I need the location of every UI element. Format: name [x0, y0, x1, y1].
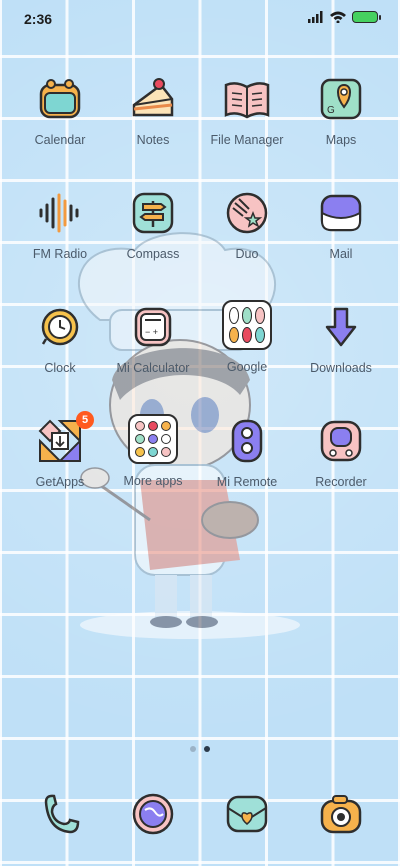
app-notes[interactable]: Notes [103, 75, 203, 147]
calendar-icon [39, 79, 81, 119]
app-mail[interactable]: Mail [291, 189, 391, 261]
download-arrow-icon [325, 307, 357, 347]
app-label: GetApps [35, 475, 85, 489]
map-pin-icon: G [320, 78, 362, 120]
page-dot-1[interactable] [190, 746, 196, 752]
app-label: Clock [44, 361, 76, 375]
app-label: File Manager [210, 133, 284, 147]
app-maps[interactable]: G Maps [291, 75, 391, 147]
app-label: Google [226, 360, 268, 374]
app-label: Maps [325, 133, 357, 147]
app-label: More apps [123, 474, 183, 488]
app-mi-calculator[interactable]: − + Mi Calculator [103, 303, 203, 375]
app-downloads[interactable]: Downloads [291, 303, 391, 375]
app-clock[interactable]: Clock [10, 303, 110, 375]
app-mi-remote[interactable]: Mi Remote [197, 417, 297, 489]
notification-badge: 5 [76, 411, 94, 429]
app-label: Calendar [34, 133, 86, 147]
app-label: Compass [126, 247, 180, 261]
open-book-icon [224, 82, 270, 119]
svg-text:G: G [327, 105, 335, 116]
app-getapps[interactable]: 5 GetApps [10, 411, 110, 489]
page-indicator[interactable] [0, 746, 400, 752]
app-label: Recorder [315, 475, 367, 489]
sound-wave-icon [39, 193, 79, 233]
getapps-icon [38, 419, 81, 462]
calculator-icon: − + [134, 307, 172, 347]
messages-icon [226, 795, 268, 833]
alarm-clock-icon [41, 308, 79, 346]
dock-phone[interactable] [10, 790, 110, 838]
app-folder-google[interactable]: Google [197, 300, 297, 374]
app-file-manager[interactable]: File Manager [197, 75, 297, 147]
wifi-icon [330, 11, 346, 23]
app-fm-radio[interactable]: FM Radio [10, 189, 110, 261]
envelope-icon [320, 194, 362, 232]
app-recorder[interactable]: Recorder [291, 417, 391, 489]
signal-icon [308, 11, 323, 23]
dock-camera[interactable] [291, 790, 391, 838]
dock-browser[interactable] [103, 790, 203, 838]
app-folder-more-apps[interactable]: More apps [103, 414, 203, 488]
status-bar: 2:36 [0, 0, 400, 36]
signpost-icon [132, 192, 174, 234]
shooting-star-icon [226, 192, 268, 234]
browser-globe-icon [132, 793, 174, 835]
app-label: Mi Remote [216, 475, 278, 489]
app-compass[interactable]: Compass [103, 189, 203, 261]
app-duo[interactable]: Duo [197, 189, 297, 261]
app-label: Duo [235, 247, 259, 261]
phone-icon [44, 794, 80, 834]
camera-icon [320, 795, 362, 834]
battery-charging-icon [352, 11, 381, 23]
app-label: Mail [329, 247, 353, 261]
app-label: Mi Calculator [116, 361, 190, 375]
app-calendar[interactable]: Calendar [10, 75, 110, 147]
cake-notes-icon [132, 78, 174, 117]
dock-messages[interactable] [197, 790, 297, 838]
folder-icon [128, 414, 178, 464]
status-time: 2:36 [24, 11, 53, 27]
page-dot-2[interactable] [204, 746, 210, 752]
remote-icon [231, 419, 263, 463]
app-label: Downloads [310, 361, 372, 375]
svg-text:− +: − + [145, 327, 158, 337]
recorder-icon [320, 420, 362, 462]
app-label: Notes [136, 133, 170, 147]
folder-icon [222, 300, 272, 350]
app-label: FM Radio [32, 247, 88, 261]
